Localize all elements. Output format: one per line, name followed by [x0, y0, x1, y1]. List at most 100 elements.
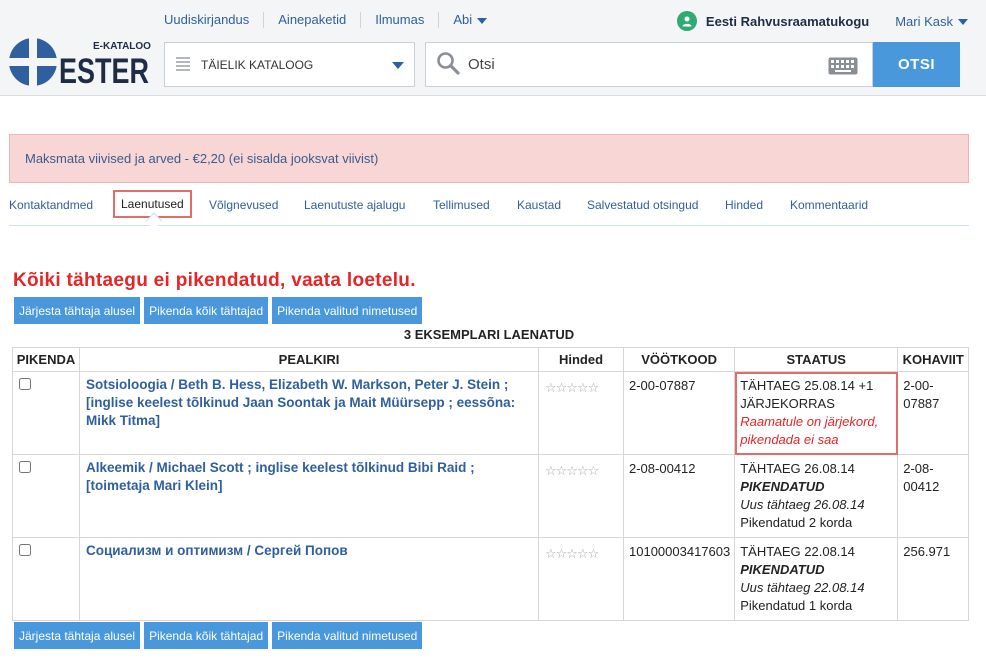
user-icon [676, 11, 697, 31]
col-pikenda: PIKENDA [12, 347, 80, 372]
header: Uudiskirjandus Ainepaketid Ilmumas Abi E… [0, 0, 986, 96]
barcode-cell: 2-08-00412 [622, 454, 736, 538]
renew-cell [12, 454, 80, 538]
due-date: TÄHTAEG 26.08.14 [740, 461, 855, 476]
col-pealkiri[interactable]: PEALKIRI [79, 347, 539, 372]
tab-tellimused[interactable]: Tellimused [433, 198, 490, 212]
action-bar-bottom: Järjesta tähtaja alusel Pikenda kõik täh… [14, 622, 423, 649]
new-due-date: Uus tähtaeg 26.08.14 [740, 497, 865, 512]
tab-salvestatud-otsingud[interactable]: Salvestatud otsingud [587, 198, 698, 212]
status-label: JÄRJEKORRAS [740, 396, 835, 411]
logo-title: ESTER [59, 52, 149, 88]
barcode: 2-00-07887 [629, 378, 696, 393]
status-cell: TÄHTAEG 26.08.14 PIKENDATUD Uus tähtaeg … [734, 454, 899, 538]
logo-subtitle: E-KATALOOG [93, 41, 151, 52]
status-label: PIKENDATUD [740, 479, 825, 494]
nav-abi-label: Abi [453, 12, 473, 27]
nav-ainepaketid[interactable]: Ainepaketid [263, 12, 360, 28]
call-number: 256.971 [903, 544, 951, 559]
loan-count: 3 EKSEMPLARI LAENATUD [403, 327, 575, 342]
renew-error: Raamatule on järjekord, pikendada ei saa [740, 414, 879, 447]
renew-all-button[interactable]: Pikenda kõik tähtajad [144, 622, 269, 649]
call-number: 2-00-07887 [903, 378, 940, 411]
title-cell: Alkeemik / Michael Scott ; inglise keele… [79, 454, 539, 538]
renewal-warning: Kõiki tähtaegu ei pikendatud, vaata loet… [13, 270, 416, 291]
due-date: TÄHTAEG 22.08.14 [740, 544, 855, 559]
barcode: 2-08-00412 [629, 461, 696, 476]
renew-checkbox[interactable] [19, 461, 31, 473]
ester-logo[interactable]: E-KATALOOG ESTER [9, 38, 159, 91]
barcode-cell: 10100003417603 [622, 537, 736, 621]
user-area: Eesti Rahvusraamatukogu Mari Kask [676, 11, 968, 31]
action-bar-top: Järjesta tähtaja alusel Pikenda kõik täh… [14, 297, 423, 324]
col-vootkood[interactable]: VÖÖTKOOD [622, 347, 736, 372]
chevron-down-icon [477, 17, 488, 24]
barcode: 10100003417603 [629, 544, 731, 559]
status-label: PIKENDATUD [740, 562, 825, 577]
tab-volgnevused[interactable]: Võlgnevused [209, 198, 278, 212]
list-icon [175, 55, 191, 74]
search-button[interactable]: OTSI [873, 42, 960, 87]
location-cell: 2-08-00412 [897, 454, 970, 538]
search-icon [436, 51, 460, 78]
renew-selected-button[interactable]: Pikenda valitud nimetused [272, 297, 423, 324]
title-cell: Sotsioloogia / Beth B. Hess, Elizabeth W… [79, 371, 539, 455]
renew-selected-button[interactable]: Pikenda valitud nimetused [272, 622, 423, 649]
tab-kommentaarid[interactable]: Kommentaarid [790, 198, 868, 212]
library-name[interactable]: Eesti Rahvusraamatukogu [706, 14, 869, 29]
title-link[interactable]: Sotsioloogia / Beth B. Hess, Elizabeth W… [80, 372, 538, 430]
rating-cell: ☆☆☆☆☆ [538, 454, 624, 538]
sort-by-due-button[interactable]: Järjesta tähtaja alusel [14, 622, 141, 649]
call-number: 2-08-00412 [903, 461, 940, 494]
status-cell: TÄHTAEG 25.08.14 +1 JÄRJEKORRAS Raamatul… [734, 371, 899, 455]
col-kohaviit[interactable]: KOHAVIIT [897, 347, 970, 372]
tab-kaustad[interactable]: Kaustad [517, 198, 561, 212]
keyboard-icon[interactable] [828, 57, 858, 78]
nav-abi[interactable]: Abi [438, 12, 501, 28]
col-staatus[interactable]: STAATUS [734, 347, 899, 372]
table-header-row: PIKENDA PEALKIRI Hinded VÖÖTKOOD STAATUS… [12, 347, 970, 372]
renew-all-button[interactable]: Pikenda kõik tähtajad [144, 297, 269, 324]
new-due-date: Uus tähtaeg 22.08.14 [740, 580, 865, 595]
fines-alert: Maksmata viivised ja arved - €2,20 (ei s… [9, 134, 969, 183]
tab-hinded[interactable]: Hinded [725, 198, 763, 212]
catalog-select-value: TÄIELIK KATALOOG [201, 57, 314, 72]
tab-laenutuste-ajalugu[interactable]: Laenutuste ajalugu [304, 198, 405, 212]
status-cell: TÄHTAEG 22.08.14 PIKENDATUD Uus tähtaeg … [734, 537, 899, 621]
catalog-select[interactable]: TÄIELIK KATALOOG [164, 42, 415, 87]
star-rating[interactable]: ☆☆☆☆☆ [539, 538, 623, 562]
renew-count: Pikendatud 1 korda [740, 598, 853, 613]
barcode-cell: 2-00-07887 [622, 371, 736, 455]
search-input[interactable] [466, 55, 806, 74]
rating-cell: ☆☆☆☆☆ [538, 537, 624, 621]
search-box [425, 42, 873, 87]
star-rating[interactable]: ☆☆☆☆☆ [539, 372, 623, 396]
account-tabs: Kontaktandmed Laenutused Võlgnevused Lae… [9, 190, 969, 230]
table-row: Sotsioloogia / Beth B. Hess, Elizabeth W… [12, 371, 970, 455]
location-cell: 256.971 [897, 537, 970, 621]
star-rating[interactable]: ☆☆☆☆☆ [539, 455, 623, 479]
renew-cell [12, 537, 80, 621]
nav-ilmumas[interactable]: Ilmumas [360, 12, 438, 28]
due-date: TÄHTAEG 25.08.14 +1 [740, 378, 874, 393]
chevron-down-icon [392, 62, 404, 69]
col-hinded: Hinded [538, 347, 624, 372]
top-nav: Uudiskirjandus Ainepaketid Ilmumas Abi [164, 12, 501, 28]
loans-table: PIKENDA PEALKIRI Hinded VÖÖTKOOD STAATUS… [12, 347, 970, 621]
chevron-down-icon [958, 19, 968, 26]
table-row: Alkeemik / Michael Scott ; inglise keele… [12, 454, 970, 538]
title-link[interactable]: Социализм и оптимизм / Сергей Попов [80, 538, 538, 560]
renew-checkbox[interactable] [19, 544, 31, 556]
title-link[interactable]: Alkeemik / Michael Scott ; inglise keele… [80, 455, 538, 495]
table-row: Социализм и оптимизм / Сергей Попов ☆☆☆☆… [12, 537, 970, 621]
renew-checkbox[interactable] [19, 378, 31, 390]
nav-uudiskirjandus[interactable]: Uudiskirjandus [164, 12, 263, 28]
renew-count: Pikendatud 2 korda [740, 515, 853, 530]
title-cell: Социализм и оптимизм / Сергей Попов [79, 537, 539, 621]
user-name: Mari Kask [895, 13, 953, 29]
user-menu[interactable]: Mari Kask [895, 14, 968, 29]
location-cell: 2-00-07887 [897, 371, 970, 455]
sort-by-due-button[interactable]: Järjesta tähtaja alusel [14, 297, 141, 324]
renew-cell [12, 371, 80, 455]
tab-kontaktandmed[interactable]: Kontaktandmed [9, 198, 93, 212]
